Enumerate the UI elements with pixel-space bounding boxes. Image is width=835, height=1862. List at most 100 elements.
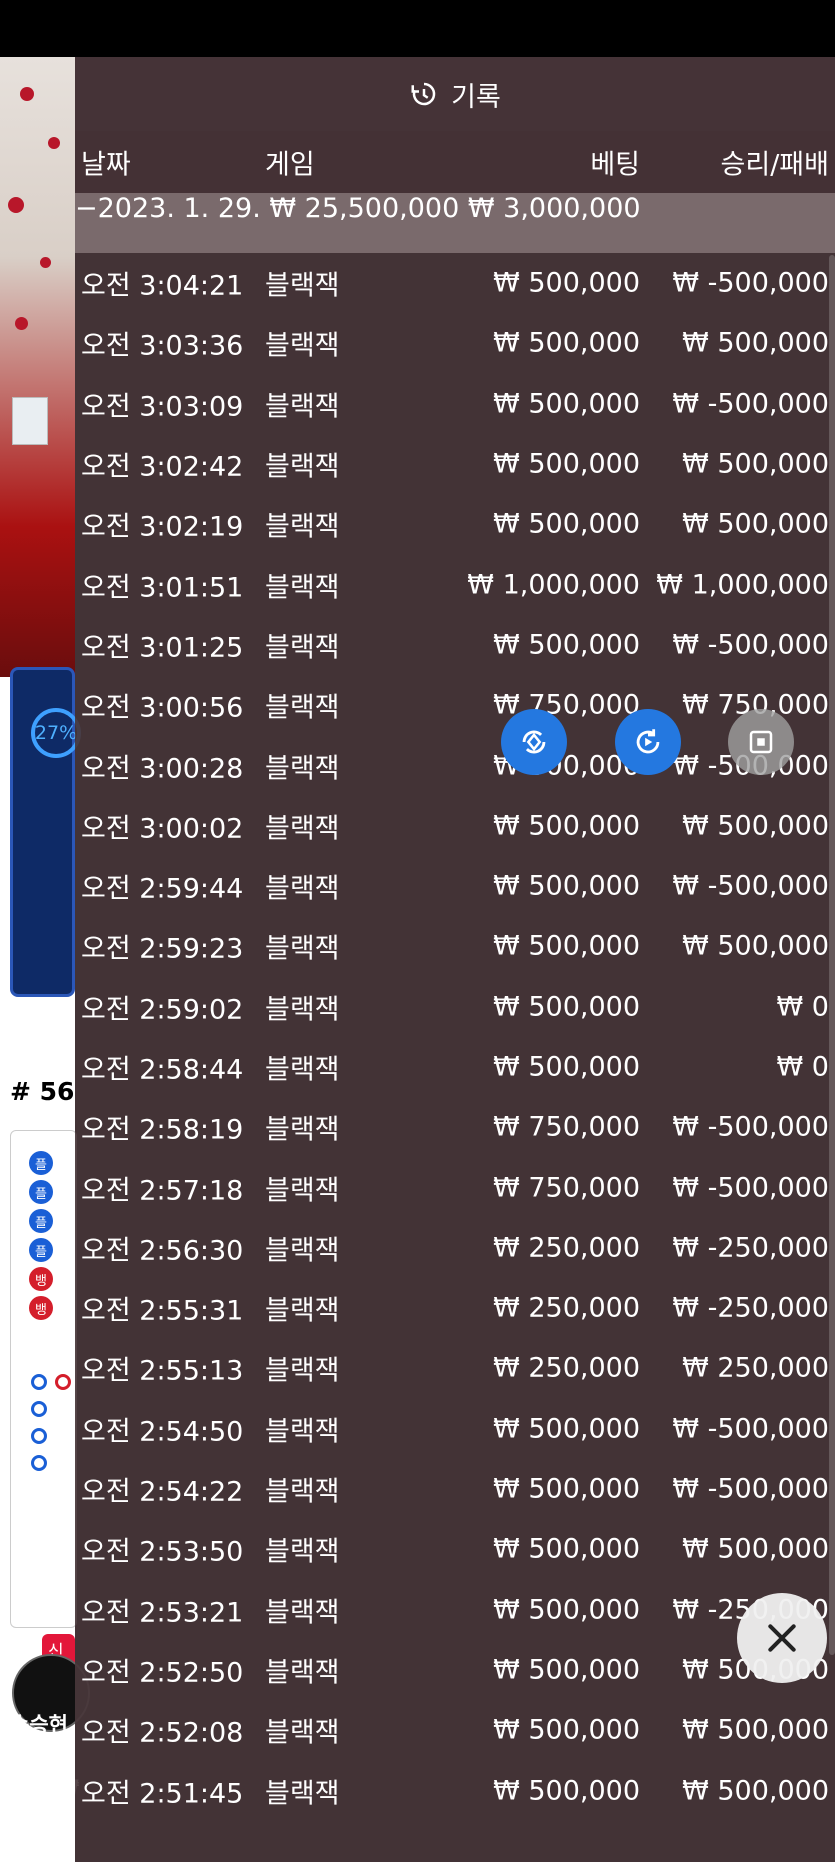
- row-time: 오전 2:56:30: [81, 1235, 244, 1267]
- row-bet: ₩ 500,000: [493, 1051, 640, 1083]
- history-row[interactable]: 오전 2:51:45 블랙잭 ₩ 500,000 ₩ 500,000: [75, 1760, 835, 1820]
- history-row[interactable]: 오전 2:54:50 블랙잭 ₩ 500,000 ₩ -500,000: [75, 1399, 835, 1459]
- row-game: 블랙잭: [265, 391, 340, 423]
- row-bet: ₩ 500,000: [493, 1473, 640, 1505]
- date-group-row[interactable]: −2023. 1. 29. ₩ 25,500,000 ₩ 3,000,000: [75, 193, 835, 253]
- game-background: 27% # 56 플 플 플 플 뱅 뱅 신규 송승현 총 베팅 잔고 ₩: [0, 57, 90, 1862]
- row-time: 오전 3:02:42: [81, 451, 244, 483]
- row-time: 오전 2:55:31: [81, 1295, 244, 1327]
- history-row[interactable]: 오전 3:01:51 블랙잭 ₩ 1,000,000 ₩ 1,000,000: [75, 554, 835, 614]
- history-row[interactable]: 오전 2:58:44 블랙잭 ₩ 500,000 ₩ 0: [75, 1037, 835, 1097]
- row-time: 오전 2:53:21: [81, 1597, 244, 1629]
- row-bet: ₩ 500,000: [493, 327, 640, 359]
- row-bet: ₩ 750,000: [493, 1111, 640, 1143]
- row-bet: ₩ 500,000: [493, 448, 640, 480]
- row-result: ₩ -500,000: [672, 1172, 829, 1204]
- row-bet: ₩ 500,000: [493, 870, 640, 902]
- history-row[interactable]: 오전 3:03:36 블랙잭 ₩ 500,000 ₩ 500,000: [75, 313, 835, 373]
- row-bet: ₩ 500,000: [493, 1654, 640, 1686]
- row-result: ₩ 0: [776, 991, 829, 1023]
- history-row[interactable]: 오전 2:59:02 블랙잭 ₩ 500,000 ₩ 0: [75, 977, 835, 1037]
- column-result: 승리/패배: [720, 149, 829, 181]
- rotate-button[interactable]: [501, 709, 567, 775]
- history-row[interactable]: 오전 2:52:08 블랙잭 ₩ 500,000 ₩ 500,000: [75, 1700, 835, 1760]
- row-result: ₩ -500,000: [672, 1111, 829, 1143]
- history-list: 오전 3:04:21 블랙잭 ₩ 500,000 ₩ -500,000 오전 3:03:…: [75, 253, 835, 1821]
- balance-label: 잔고 ₩: [10, 1776, 80, 1800]
- row-game: 블랙잭: [265, 1416, 340, 1448]
- close-button[interactable]: [737, 1593, 827, 1683]
- row-game: 블랙잭: [265, 1476, 340, 1508]
- row-result: ₩ -500,000: [672, 267, 829, 299]
- history-row[interactable]: 오전 3:01:25 블랙잭 ₩ 500,000 ₩ -500,000: [75, 615, 835, 675]
- history-row[interactable]: 오전 2:53:50 블랙잭 ₩ 500,000 ₩ 500,000: [75, 1519, 835, 1579]
- row-time: 오전 2:52:08: [81, 1717, 244, 1749]
- history-row[interactable]: 오전 2:55:13 블랙잭 ₩ 250,000 ₩ 250,000: [75, 1338, 835, 1398]
- row-game: 블랙잭: [265, 1054, 340, 1086]
- row-bet: ₩ 500,000: [493, 810, 640, 842]
- history-row[interactable]: 오전 3:00:02 블랙잭 ₩ 500,000 ₩ 500,000: [75, 796, 835, 856]
- banker-bead: 뱅: [29, 1296, 53, 1320]
- row-time: 오전 2:59:23: [81, 933, 244, 965]
- big-road-ring: [31, 1374, 47, 1390]
- row-time: 오전 2:54:50: [81, 1416, 244, 1448]
- row-game: 블랙잭: [265, 511, 340, 543]
- row-time: 오전 3:04:21: [81, 270, 244, 302]
- row-time: 오전 2:53:50: [81, 1536, 244, 1568]
- big-road-ring: [31, 1428, 47, 1444]
- history-row[interactable]: 오전 2:54:22 블랙잭 ₩ 500,000 ₩ -500,000: [75, 1459, 835, 1519]
- replay-button[interactable]: [615, 709, 681, 775]
- row-result: ₩ 0: [776, 1051, 829, 1083]
- history-icon: [411, 82, 436, 106]
- big-road-ring: [55, 1374, 71, 1390]
- row-game: 블랙잭: [265, 451, 340, 483]
- row-bet: ₩ 500,000: [493, 1533, 640, 1565]
- group-total-result: ₩ 3,000,000: [467, 193, 641, 224]
- history-row[interactable]: 오전 3:02:42 블랙잭 ₩ 500,000 ₩ 500,000: [75, 434, 835, 494]
- row-time: 오전 2:59:44: [81, 873, 244, 905]
- history-panel: 기록 날짜 게임 베팅 승리/패배 −2023. 1. 29. ₩ 25,500…: [75, 57, 835, 1862]
- history-row[interactable]: 오전 2:57:18 블랙잭 ₩ 750,000 ₩ -500,000: [75, 1157, 835, 1217]
- row-game: 블랙잭: [265, 1536, 340, 1568]
- history-row[interactable]: 오전 2:53:21블랙잭₩ 500,000₩ -250,000: [75, 1580, 835, 1640]
- row-game: 블랙잭: [265, 813, 340, 845]
- history-row[interactable]: 오전 3:02:19 블랙잭 ₩ 500,000 ₩ 500,000: [75, 494, 835, 554]
- row-result: ₩ -500,000: [672, 1473, 829, 1505]
- row-bet: ₩ 500,000: [493, 267, 640, 299]
- row-time: 오전 3:03:36: [81, 330, 244, 362]
- row-time: 오전 3:01:25: [81, 632, 244, 664]
- row-result: ₩ 500,000: [682, 448, 829, 480]
- player-bead: 플: [29, 1209, 53, 1233]
- row-time: 오전 2:51:45: [81, 1778, 244, 1810]
- history-row[interactable]: 오전 2:52:50블랙잭₩ 500,000₩ 500,000: [75, 1640, 835, 1700]
- row-game: 블랙잭: [265, 1235, 340, 1267]
- history-row[interactable]: 오전 2:58:19 블랙잭 ₩ 750,000 ₩ -500,000: [75, 1097, 835, 1157]
- row-result: ₩ 250,000: [682, 1352, 829, 1384]
- history-row[interactable]: 오전 3:00:28블랙잭₩ 500,000₩ -500,000: [75, 735, 835, 795]
- row-game: 블랙잭: [265, 692, 340, 724]
- row-game: 블랙잭: [265, 270, 340, 302]
- row-result: ₩ -500,000: [672, 629, 829, 661]
- history-row[interactable]: 오전 3:03:09 블랙잭 ₩ 500,000 ₩ -500,000: [75, 374, 835, 434]
- history-row[interactable]: 오전 2:56:30 블랙잭 ₩ 250,000 ₩ -250,000: [75, 1218, 835, 1278]
- row-time: 오전 3:01:51: [81, 572, 244, 604]
- row-result: ₩ -500,000: [672, 1413, 829, 1445]
- row-time: 오전 2:58:19: [81, 1114, 244, 1146]
- row-result: ₩ -500,000: [672, 388, 829, 420]
- row-result: ₩ 500,000: [682, 1714, 829, 1746]
- history-row[interactable]: 오전 2:59:23 블랙잭 ₩ 500,000 ₩ 500,000: [75, 916, 835, 976]
- history-row[interactable]: 오전 3:04:21 블랙잭 ₩ 500,000 ₩ -500,000: [75, 253, 835, 313]
- banker-bead: 뱅: [29, 1267, 53, 1291]
- row-time: 오전 2:59:02: [81, 994, 244, 1026]
- history-row[interactable]: 오전 2:55:31 블랙잭 ₩ 250,000 ₩ -250,000: [75, 1278, 835, 1338]
- row-time: 오전 2:52:50: [81, 1657, 244, 1689]
- scrollbar[interactable]: [829, 255, 835, 1655]
- history-row[interactable]: 오전 3:00:56 블랙잭 ₩ 750,000 ₩ 750,000: [75, 675, 835, 735]
- bet-panel[interactable]: 27%: [10, 667, 81, 997]
- row-result: ₩ 1,000,000: [656, 569, 829, 601]
- stop-button[interactable]: [728, 709, 794, 775]
- history-row[interactable]: 오전 2:59:44 블랙잭 ₩ 500,000 ₩ -500,000: [75, 856, 835, 916]
- group-date: −2023. 1. 29.: [75, 193, 261, 224]
- row-bet: ₩ 500,000: [493, 930, 640, 962]
- stop-icon: [749, 730, 773, 754]
